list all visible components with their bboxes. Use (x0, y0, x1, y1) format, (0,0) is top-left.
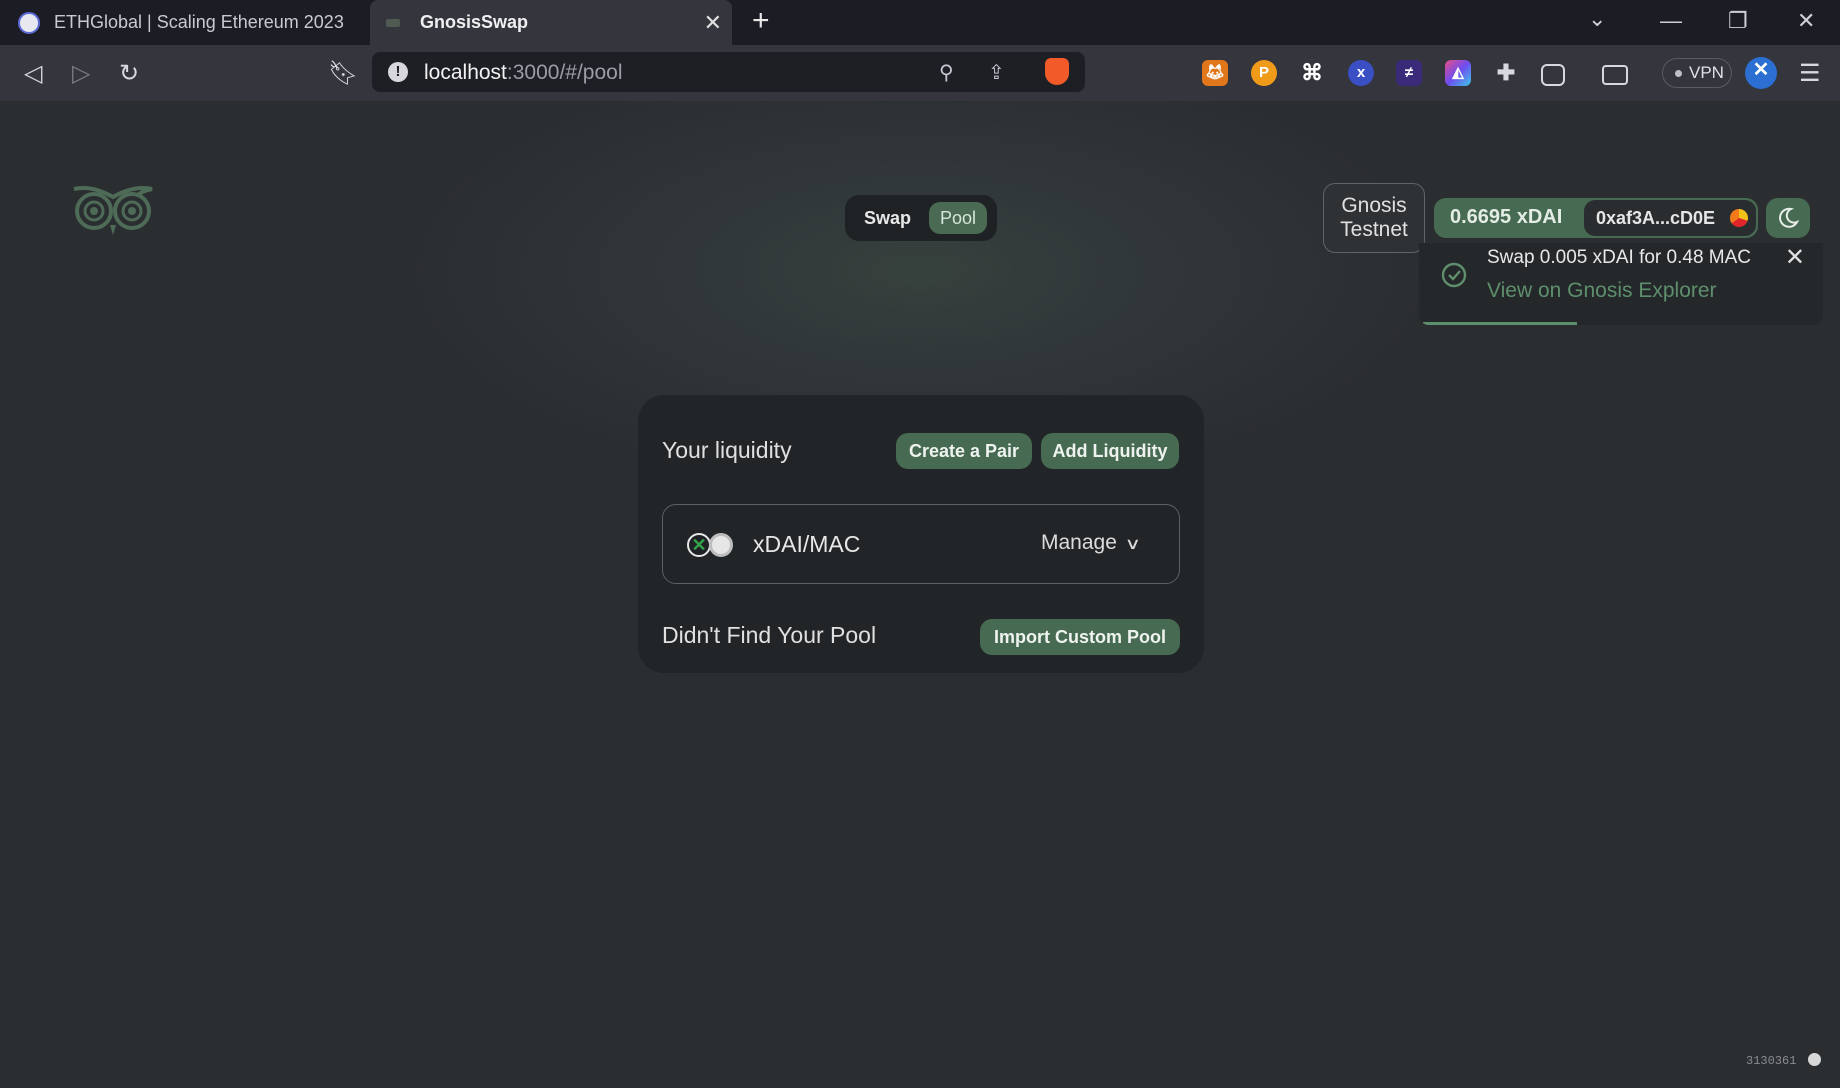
close-window-button[interactable]: ✕ (1797, 8, 1815, 34)
toast-message: Swap 0.005 xDAI for 0.48 MAC (1487, 247, 1752, 268)
nav-swap[interactable]: Swap (853, 202, 922, 234)
reload-button[interactable]: ↻ (119, 59, 139, 88)
wallet-address: 0xaf3A...cD0E (1596, 208, 1716, 228)
owl-logo-icon[interactable] (72, 185, 154, 237)
gradient-ext-icon[interactable]: ◭ (1445, 60, 1471, 86)
wallet-address-button[interactable]: 0xaf3A...cD0E (1584, 200, 1756, 236)
tab-title: GnosisSwap (420, 12, 529, 32)
mac-token-icon (709, 533, 733, 557)
add-liquidity-button[interactable]: Add Liquidity (1041, 433, 1179, 469)
ethglobal-favicon-icon (18, 11, 40, 34)
account-group: 0.6695 xDAI 0xaf3A...cD0E (1434, 198, 1758, 238)
brave-shields-icon[interactable] (1045, 58, 1069, 85)
balance-display: 0.6695 xDAI (1450, 206, 1563, 228)
menu-icon[interactable]: ☰ (1799, 59, 1821, 88)
create-pair-button[interactable]: Create a Pair (896, 433, 1032, 469)
gnosisswap-favicon-icon (386, 18, 400, 27)
close-toast-icon[interactable]: ✕ (1785, 243, 1805, 272)
profile-avatar-icon[interactable]: ✕ (1745, 57, 1777, 89)
address-bar[interactable]: ! localhost:3000/#/pool ⚲ ⇪ (372, 52, 1085, 92)
back-button[interactable]: ◁ (24, 59, 42, 88)
site-info-icon[interactable]: ! (388, 62, 408, 82)
tab-list-chevron-icon[interactable]: ⌄ (1588, 6, 1606, 32)
explorer-link[interactable]: View on Gnosis Explorer (1487, 279, 1717, 303)
check-circle-icon (1441, 262, 1467, 288)
chevron-down-icon: ∨ (1124, 536, 1141, 553)
x-circle-icon[interactable]: x (1348, 60, 1374, 86)
browser-toolbar: ◁ ▷ ↻ 🔖︎ ! localhost:3000/#/pool ⚲ ⇪ 🦊︎ … (0, 45, 1840, 101)
browser-tab-strip: ETHGlobal | Scaling Ethereum 2023 Gnosis… (0, 0, 1840, 45)
bookmark-icon[interactable]: 🔖︎ (328, 59, 358, 88)
vpn-button[interactable]: VPN (1662, 58, 1732, 88)
block-number: 3130361 (1746, 1054, 1797, 1068)
purple-ext-icon[interactable]: ≠ (1396, 60, 1422, 86)
toast-progress-bar (1423, 322, 1577, 325)
minimize-button[interactable]: — (1660, 8, 1682, 34)
tab-gnosisswap[interactable]: GnosisSwap ✕ (370, 0, 732, 45)
liquidity-card: Your liquidity Create a Pair Add Liquidi… (638, 395, 1204, 673)
liquidity-title: Your liquidity (662, 437, 792, 463)
pair-label: xDAI/MAC (753, 531, 861, 557)
close-tab-icon[interactable]: ✕ (704, 10, 722, 36)
tab-ethglobal[interactable]: ETHGlobal | Scaling Ethereum 2023 (0, 0, 368, 45)
new-tab-button[interactable]: + (752, 4, 770, 38)
account-avatar-icon (1730, 209, 1748, 227)
pool-not-found-text: Didn't Find Your Pool (662, 622, 877, 648)
restore-button[interactable]: ❐ (1728, 8, 1748, 34)
metamask-icon[interactable]: 🦊︎ (1202, 60, 1228, 86)
zoom-out-icon[interactable]: ⚲ (939, 60, 954, 85)
sidebar-toggle-icon[interactable] (1541, 64, 1565, 86)
sync-status-dot (1808, 1053, 1821, 1066)
manage-button[interactable]: Manage ∨ (1041, 531, 1141, 555)
tab-title: ETHGlobal | Scaling Ethereum 2023 (54, 12, 344, 32)
wallet-icon[interactable] (1602, 65, 1628, 85)
forward-button[interactable]: ▷ (72, 59, 90, 88)
gnosisswap-page: Swap Pool Gnosis Testnet 0.6695 xDAI 0xa… (0, 101, 1840, 1088)
pair-token-icons: ✕ (687, 533, 735, 557)
command-icon[interactable]: ⌘ (1299, 60, 1325, 86)
import-custom-pool-button[interactable]: Import Custom Pool (980, 619, 1180, 655)
network-selector[interactable]: Gnosis Testnet (1323, 183, 1425, 253)
theme-toggle-button[interactable] (1766, 198, 1810, 238)
nav-pool[interactable]: Pool (929, 202, 988, 234)
url-text[interactable]: localhost:3000/#/pool (424, 61, 623, 85)
share-icon[interactable]: ⇪ (988, 60, 1005, 85)
transaction-toast: Swap 0.005 xDAI for 0.48 MAC View on Gno… (1419, 243, 1823, 325)
xdai-token-icon: ✕ (687, 533, 711, 557)
puzzle-icon[interactable]: ✚ (1493, 60, 1519, 86)
liquidity-pair-row[interactable]: ✕ xDAI/MAC Manage ∨ (662, 504, 1180, 584)
main-nav: Swap Pool (845, 195, 997, 241)
p-coin-icon[interactable]: P (1251, 60, 1277, 86)
moon-icon (1779, 207, 1800, 228)
